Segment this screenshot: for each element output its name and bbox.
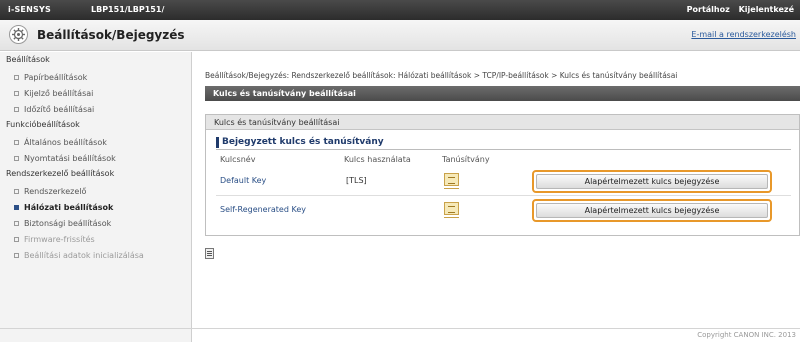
sidebar-item-system-manager[interactable]: Rendszerkezelő xyxy=(0,183,191,199)
sidebar-item-timer-settings[interactable]: Időzítő beállításai xyxy=(0,101,191,117)
sidebar-category-settings: Beállítások xyxy=(6,55,50,64)
sidebar: Beállítások Papírbeállítások Kijelző beá… xyxy=(0,52,192,342)
sidebar-item-print-settings[interactable]: Nyomtatási beállítások xyxy=(0,150,191,166)
bullet-icon xyxy=(14,155,19,161)
bullet-icon xyxy=(14,139,19,145)
sidebar-item-label: Beállítási adatok inicializálása xyxy=(24,250,144,260)
sidebar-item-network-settings[interactable]: Hálózati beállítások xyxy=(0,199,191,215)
register-default-key-button[interactable]: Alapértelmezett kulcs bejegyzése xyxy=(532,199,772,222)
sidebar-item-label: Biztonsági beállítások xyxy=(24,218,112,228)
portal-link[interactable]: Portálhoz xyxy=(687,5,730,14)
column-certificate: Tanúsítvány xyxy=(442,155,490,164)
breadcrumb: Beállítások/Bejegyzés: Rendszerkezelő be… xyxy=(205,71,678,80)
sidebar-item-label: Rendszerkezelő xyxy=(24,186,87,196)
section-title-bar: Kulcs és tanúsítvány beállításai xyxy=(205,86,800,101)
table-header: Kulcsnév Kulcs használata Tanúsítvány xyxy=(216,153,791,167)
registered-keys-heading: Bejegyzett kulcs és tanúsítvány xyxy=(216,137,384,148)
page-title: Beállítások/Bejegyzés xyxy=(37,28,185,42)
key-usage: [TLS] xyxy=(346,176,367,185)
key-cert-panel: Kulcs és tanúsítvány beállításai Bejegyz… xyxy=(205,114,800,236)
divider xyxy=(444,217,459,218)
sidebar-item-label: Hálózati beállítások xyxy=(24,202,114,212)
key-name-link[interactable]: Default Key xyxy=(220,176,266,185)
logout-link[interactable]: Kijelentkezé xyxy=(739,5,794,14)
bullet-icon xyxy=(14,252,19,258)
sidebar-item-label: Nyomtatási beállítások xyxy=(24,153,116,163)
table-row: Default Key [TLS] Alapértelmezett kulcs … xyxy=(216,167,791,196)
sidebar-item-label: Papírbeállítások xyxy=(24,72,88,82)
sidebar-item-firmware-update[interactable]: Firmware-frissítés xyxy=(0,231,191,247)
sidebar-item-label: Általános beállítások xyxy=(24,137,107,147)
certificate-icon[interactable] xyxy=(444,173,459,186)
sidebar-category-admin-settings: Rendszerkezelő beállítások xyxy=(6,169,115,178)
sidebar-item-display-settings[interactable]: Kijelző beállításai xyxy=(0,85,191,101)
sidebar-item-label: Időzítő beállításai xyxy=(24,104,95,114)
button-label: Alapértelmezett kulcs bejegyzése xyxy=(536,203,768,218)
footer-divider xyxy=(0,328,800,329)
panel-title: Kulcs és tanúsítvány beállításai xyxy=(206,115,799,130)
divider xyxy=(444,188,459,189)
sidebar-category-function-settings: Funkcióbeállítások xyxy=(6,120,80,129)
bullet-icon xyxy=(14,204,19,210)
button-label: Alapértelmezett kulcs bejegyzése xyxy=(536,174,768,189)
copyright: Copyright CANON INC. 2013 xyxy=(697,331,796,339)
bullet-icon xyxy=(14,220,19,226)
column-key-name: Kulcsnév xyxy=(220,155,256,164)
sidebar-item-general-settings[interactable]: Általános beállítások xyxy=(0,134,191,150)
back-list-icon[interactable] xyxy=(205,248,214,259)
divider xyxy=(216,149,791,150)
email-admin-link[interactable]: E-mail a rendszerkezelésh xyxy=(691,30,796,39)
brand-label: i-SENSYS xyxy=(8,5,51,14)
gear-icon xyxy=(9,25,28,44)
bullet-icon xyxy=(14,236,19,242)
sidebar-item-label: Kijelző beállításai xyxy=(24,88,94,98)
bullet-icon xyxy=(14,106,19,112)
key-name-link[interactable]: Self-Regenerated Key xyxy=(220,205,306,214)
bullet-icon xyxy=(14,188,19,194)
bullet-icon xyxy=(14,90,19,96)
table-row: Self-Regenerated Key Alapértelmezett kul… xyxy=(216,196,791,225)
top-links: Portálhoz Kijelentkezé xyxy=(681,5,794,14)
bullet-icon xyxy=(14,74,19,80)
sidebar-item-initialize-settings[interactable]: Beállítási adatok inicializálása xyxy=(0,247,191,263)
page-header: Beállítások/Bejegyzés E-mail a rendszerk… xyxy=(0,20,800,51)
sidebar-item-security-settings[interactable]: Biztonsági beállítások xyxy=(0,215,191,231)
certificate-icon[interactable] xyxy=(444,202,459,215)
sidebar-item-label: Firmware-frissítés xyxy=(24,234,95,244)
top-bar: i-SENSYS LBP151/LBP151/ Portálhoz Kijele… xyxy=(0,0,800,20)
register-default-key-button[interactable]: Alapértelmezett kulcs bejegyzése xyxy=(532,170,772,193)
model-label: LBP151/LBP151/ xyxy=(91,5,165,14)
sidebar-item-paper-settings[interactable]: Papírbeállítások xyxy=(0,69,191,85)
column-key-usage: Kulcs használata xyxy=(344,155,411,164)
